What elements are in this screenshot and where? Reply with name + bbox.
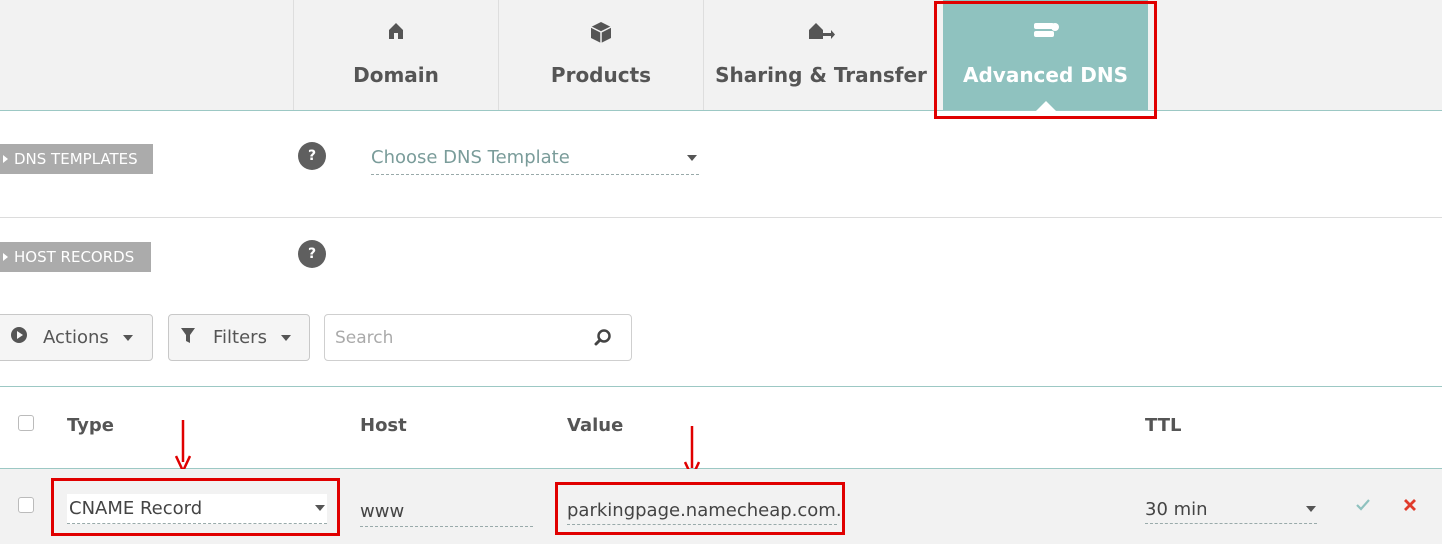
dns-templates-label[interactable]: DNS TEMPLATES <box>0 144 153 174</box>
section-divider <box>0 217 1442 218</box>
play-icon <box>11 327 27 343</box>
dns-template-select-value: Choose DNS Template <box>371 147 570 168</box>
select-all-checkbox[interactable] <box>18 415 34 431</box>
search-box <box>324 314 632 361</box>
confirm-check-icon[interactable] <box>1355 497 1371 516</box>
tab-domain[interactable]: Domain <box>293 0 498 110</box>
tab-sharing-transfer[interactable]: Sharing & Transfer <box>703 0 938 110</box>
row-checkbox[interactable] <box>18 497 34 513</box>
filters-button[interactable]: Filters <box>168 314 310 361</box>
home-icon <box>294 20 498 46</box>
tab-label: Products <box>550 63 652 87</box>
chevron-down-icon <box>1306 506 1316 512</box>
dns-templates-help-icon[interactable]: ? <box>298 142 326 170</box>
actions-label: Actions <box>43 327 109 348</box>
search-input[interactable] <box>335 325 575 351</box>
tab-label: Domain <box>353 63 439 87</box>
dns-template-select[interactable]: Choose DNS Template <box>371 145 699 175</box>
host-records-help-icon[interactable]: ? <box>298 240 326 268</box>
highlight-record-type <box>51 478 340 536</box>
chevron-down-icon <box>123 335 133 341</box>
highlight-value <box>555 482 845 535</box>
annotation-arrow-down <box>174 420 192 476</box>
column-host: Host <box>360 415 407 436</box>
actions-button[interactable]: Actions <box>0 314 153 361</box>
host-field[interactable]: www <box>360 497 533 527</box>
tab-label: Sharing & Transfer <box>715 63 927 87</box>
caret-right-icon <box>3 155 8 163</box>
tab-bar: Domain Products Sharing & Transfer Advan… <box>0 0 1442 111</box>
host-value: www <box>360 501 405 522</box>
filter-icon <box>181 328 195 349</box>
column-type: Type <box>67 415 114 436</box>
ttl-select[interactable]: 30 min <box>1145 494 1317 524</box>
box-icon <box>499 20 703 46</box>
column-ttl: TTL <box>1145 415 1182 436</box>
highlight-advanced-dns <box>934 1 1157 119</box>
tab-products[interactable]: Products <box>498 0 703 110</box>
chevron-down-icon <box>687 155 697 161</box>
caret-right-icon <box>3 253 8 261</box>
table-header: Type Host Value TTL <box>0 386 1442 469</box>
chevron-down-icon <box>281 335 291 341</box>
ttl-value: 30 min <box>1145 499 1208 520</box>
filters-label: Filters <box>213 327 267 348</box>
search-icon[interactable] <box>594 329 612 351</box>
delete-x-icon[interactable] <box>1403 497 1417 516</box>
host-records-label[interactable]: HOST RECORDS <box>0 242 151 272</box>
column-value: Value <box>567 415 624 436</box>
transfer-icon <box>704 20 938 46</box>
